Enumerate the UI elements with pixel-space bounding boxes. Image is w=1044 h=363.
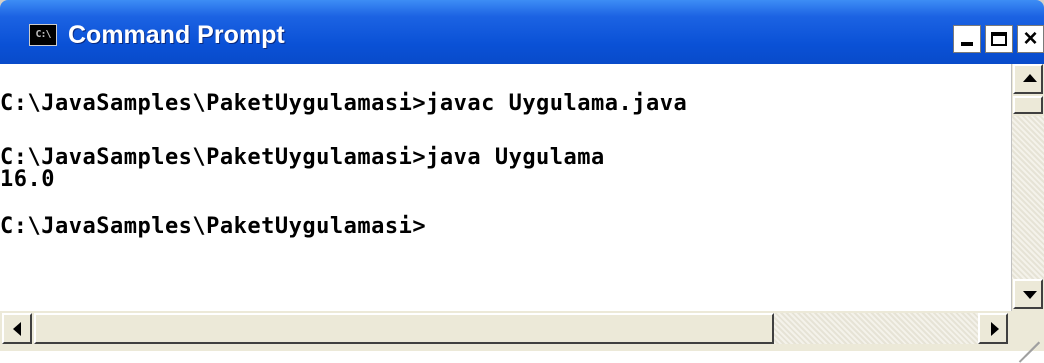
arrow-right-icon bbox=[991, 322, 999, 336]
vertical-scroll-thumb[interactable] bbox=[1013, 96, 1043, 114]
maximize-button[interactable] bbox=[985, 25, 1013, 53]
console-line-3: C:\JavaSamples\PaketUygulamasi>java Uygu… bbox=[0, 145, 605, 170]
console-line-1: C:\JavaSamples\PaketUygulamasi>javac Uyg… bbox=[0, 91, 688, 116]
console-line-6: C:\JavaSamples\PaketUygulamasi> bbox=[0, 214, 427, 239]
console-line-4: 16.0 bbox=[0, 167, 55, 192]
command-prompt-window: C:\ Command Prompt × C:\JavaSamples\Pake… bbox=[0, 0, 1044, 363]
console-output[interactable]: C:\JavaSamples\PaketUygulamasi>javac Uyg… bbox=[0, 64, 1011, 311]
arrow-left-icon bbox=[13, 322, 21, 336]
horizontal-scroll-thumb[interactable] bbox=[34, 313, 774, 344]
close-icon: × bbox=[1023, 25, 1038, 52]
scroll-down-button[interactable] bbox=[1013, 279, 1043, 309]
arrow-down-icon bbox=[1023, 291, 1037, 299]
grip-line-3 bbox=[1018, 341, 1040, 363]
minimize-icon bbox=[961, 42, 973, 46]
horizontal-scrollbar[interactable] bbox=[0, 311, 1011, 351]
resize-grip[interactable] bbox=[1011, 311, 1044, 363]
close-button[interactable]: × bbox=[1017, 25, 1044, 53]
window-title: Command Prompt bbox=[68, 21, 285, 49]
minimize-button[interactable] bbox=[953, 25, 981, 53]
scroll-left-button[interactable] bbox=[2, 313, 32, 344]
cmd-icon[interactable]: C:\ bbox=[29, 24, 57, 46]
arrow-up-icon bbox=[1023, 74, 1037, 82]
maximize-icon bbox=[991, 32, 1007, 46]
vertical-scroll-track[interactable] bbox=[1012, 116, 1044, 279]
vertical-scrollbar[interactable] bbox=[1011, 64, 1044, 311]
horizontal-scroll-track[interactable] bbox=[774, 313, 978, 344]
scroll-right-button[interactable] bbox=[978, 313, 1008, 344]
scroll-up-button[interactable] bbox=[1013, 64, 1043, 94]
